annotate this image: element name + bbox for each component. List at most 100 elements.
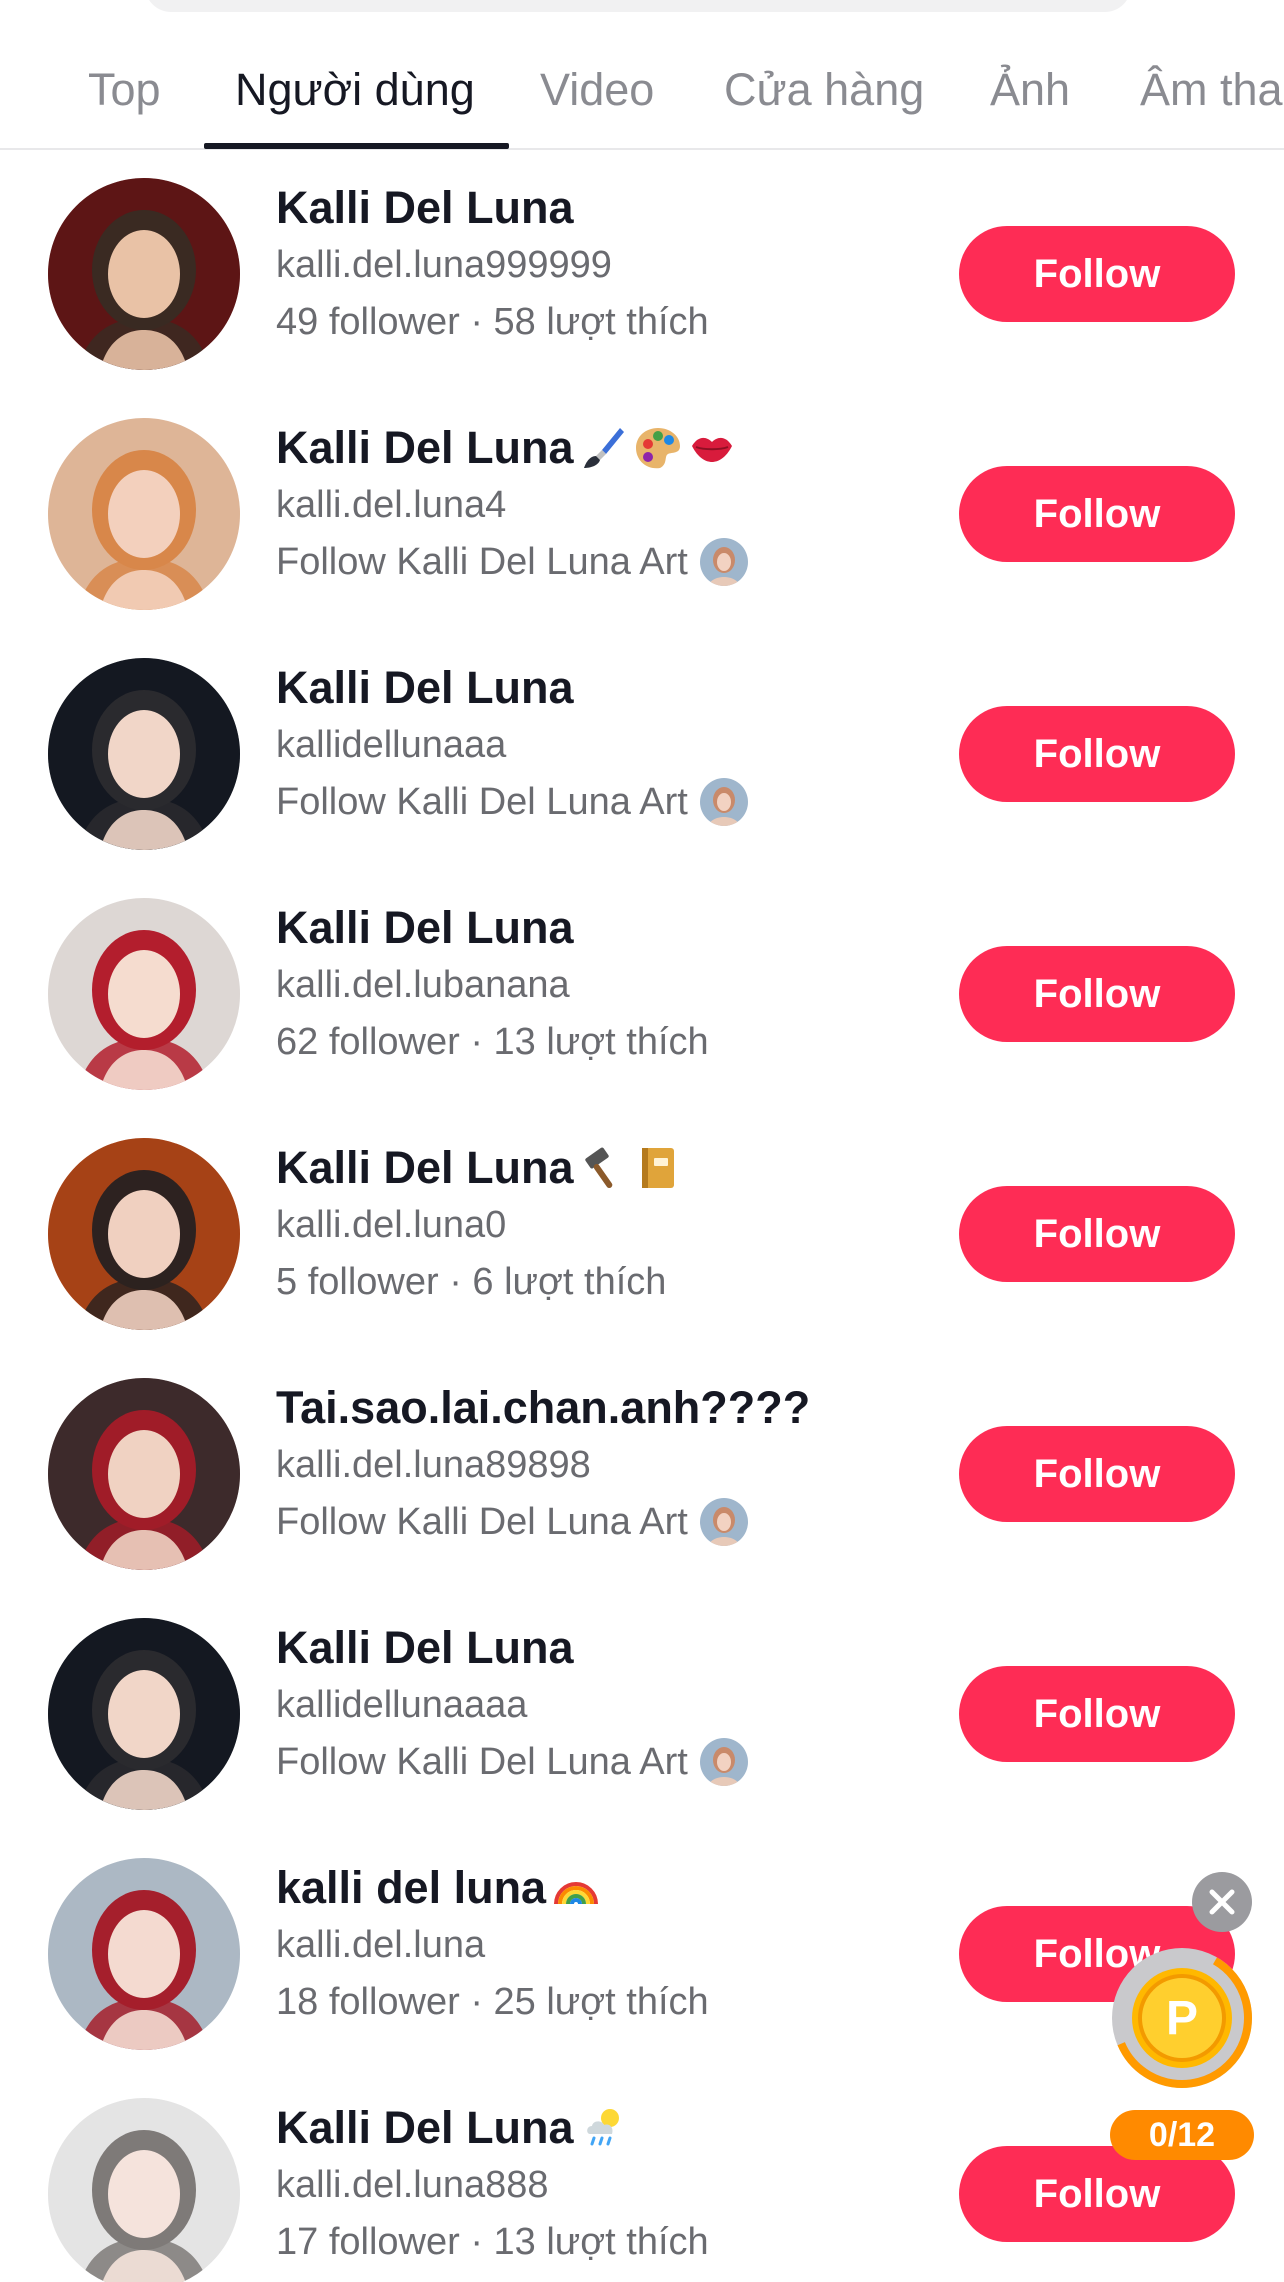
kiss-icon (688, 424, 736, 472)
active-tab-indicator (204, 143, 509, 149)
user-display-name-text: Kalli Del Luna (276, 902, 574, 953)
user-meta-text: Follow Kalli Del Luna Art (276, 541, 688, 583)
user-handle: kalli.del.luna0 (276, 1204, 507, 1246)
user-display-name: kalli del luna (276, 1858, 916, 1918)
user-avatar[interactable] (48, 2098, 240, 2282)
user-meta: Follow Kalli Del Luna Art (276, 536, 916, 588)
follow-button[interactable]: Follow (959, 706, 1235, 802)
follow-button[interactable]: Follow (959, 226, 1235, 322)
user-meta-text: Follow Kalli Del Luna Art (276, 1501, 688, 1543)
search-results-page: Top Người dùng Video Cửa hàng Ảnh Âm tha… (0, 0, 1284, 2282)
user-meta-text: 18 follower · 25 lượt thích (276, 1981, 709, 2023)
reward-coin-letter: P (1166, 1992, 1198, 2045)
user-info: Kalli Del Luna kalli.del.lubanana 62 follo… (276, 898, 916, 1068)
close-icon[interactable] (1192, 1872, 1252, 1932)
user-row[interactable]: Kalli Del Luna kalli.del.lubanana 62 follo… (0, 898, 1284, 1138)
user-info: kalli del luna kalli.del.luna 18 follower … (276, 1858, 916, 2028)
user-meta: 18 follower · 25 lượt thích (276, 1976, 916, 2028)
user-avatar[interactable] (48, 898, 240, 1090)
user-display-name: Kalli Del Luna (276, 1138, 916, 1198)
user-info: Kalli Del Luna kalli.del.luna0 5 follower … (276, 1138, 916, 1308)
user-display-name: Kalli Del Luna (276, 2098, 916, 2158)
palette-icon (634, 424, 682, 472)
user-info: Tai.sao.lai.chan.anh???? kalli.del.luna89… (276, 1378, 916, 1548)
user-meta-text: Follow Kalli Del Luna Art (276, 1741, 688, 1783)
user-meta: 17 follower · 13 lượt thích (276, 2216, 916, 2268)
user-row[interactable]: kalli del luna kalli.del.luna 18 follower … (0, 1858, 1284, 2098)
user-display-name-text: kalli del luna (276, 1862, 547, 1913)
follow-button[interactable]: Follow (959, 466, 1235, 562)
user-display-name-text: Kalli Del Luna (276, 662, 574, 713)
tab-users[interactable]: Người dùng (235, 62, 475, 118)
user-row[interactable]: Kalli Del Luna kallidellunaaa Follow Kalli… (0, 658, 1284, 898)
user-handle: kallidellunaaaa (276, 1684, 528, 1726)
user-avatar[interactable] (48, 178, 240, 370)
user-display-name-text: Kalli Del Luna (276, 2102, 574, 2153)
user-display-name: Kalli Del Luna (276, 898, 916, 958)
user-meta-text: 49 follower · 58 lượt thích (276, 301, 709, 343)
user-display-name: Kalli Del Luna (276, 178, 916, 238)
mutual-follower-avatar (699, 538, 748, 586)
user-meta: Follow Kalli Del Luna Art (276, 1496, 916, 1548)
follow-button[interactable]: Follow (959, 946, 1235, 1042)
user-display-name-text: Kalli Del Luna (276, 182, 574, 233)
user-meta: Follow Kalli Del Luna Art (276, 776, 916, 828)
follow-button[interactable]: Follow (959, 1426, 1235, 1522)
user-info: Kalli Del Luna kalli.del.luna999999 49 fol… (276, 178, 916, 348)
user-handle: kalli.del.luna4 (276, 484, 507, 526)
user-handle: kalli.del.luna999999 (276, 244, 612, 286)
user-display-name: Kalli Del Luna (276, 658, 916, 718)
user-display-name: Kalli Del Luna (276, 1618, 916, 1678)
user-meta-text: 62 follower · 13 lượt thích (276, 1021, 709, 1063)
user-display-name: Tai.sao.lai.chan.anh???? (276, 1378, 916, 1438)
rainbow-icon (552, 1864, 600, 1912)
user-row[interactable]: Kalli Del Luna kalli.del.luna999999 49 fol… (0, 178, 1284, 418)
user-handle: kalli.del.luna89898 (276, 1444, 591, 1486)
user-info: Kalli Del Luna kallidellunaaa Follow Kalli… (276, 658, 916, 828)
user-display-name: Kalli Del Luna (276, 418, 916, 478)
user-avatar[interactable] (48, 1378, 240, 1570)
user-avatar[interactable] (48, 418, 240, 610)
user-handle: kalli.del.luna (276, 1924, 486, 1966)
user-display-name-text: Kalli Del Luna (276, 422, 574, 473)
user-avatar[interactable] (48, 1138, 240, 1330)
user-handle: kallidellunaaa (276, 724, 507, 766)
tab-photos[interactable]: Ảnh (990, 62, 1070, 118)
user-avatar[interactable] (48, 1858, 240, 2050)
user-meta: 62 follower · 13 lượt thích (276, 1016, 916, 1068)
user-info: Kalli Del Luna kallidellunaaaa Follow Kall… (276, 1618, 916, 1788)
user-meta-text: 5 follower · 6 lượt thích (276, 1261, 667, 1303)
follow-button[interactable]: Follow (959, 1666, 1235, 1762)
notebook-icon (634, 1144, 682, 1192)
user-avatar[interactable] (48, 1618, 240, 1810)
user-meta: 49 follower · 58 lượt thích (276, 296, 916, 348)
tab-video[interactable]: Video (540, 62, 654, 118)
user-meta: 5 follower · 6 lượt thích (276, 1256, 916, 1308)
user-handle: kalli.del.luna888 (276, 2164, 549, 2206)
user-avatar[interactable] (48, 658, 240, 850)
sun-rain-cloud-icon (580, 2104, 628, 2152)
user-row[interactable]: Tai.sao.lai.chan.anh???? kalli.del.luna89… (0, 1378, 1284, 1618)
user-info: Kalli Del Luna kalli.del.luna4 Follow Kall… (276, 418, 916, 588)
user-meta: Follow Kalli Del Luna Art (276, 1736, 916, 1788)
hammer-icon (580, 1144, 628, 1192)
user-meta-text: 17 follower · 13 lượt thích (276, 2221, 709, 2263)
mutual-follower-avatar (699, 1498, 748, 1546)
reward-coin-widget[interactable]: P (1108, 1944, 1256, 2092)
user-row[interactable]: Kalli Del Luna kalli.del.luna0 5 follower … (0, 1138, 1284, 1378)
user-handle: kalli.del.lubanana (276, 964, 570, 1006)
follow-button[interactable]: Follow (959, 2146, 1235, 2242)
user-row[interactable]: Kalli Del Luna kalli.del.luna4 Follow Kall… (0, 418, 1284, 658)
tab-top[interactable]: Top (88, 62, 161, 118)
user-meta-text: Follow Kalli Del Luna Art (276, 781, 688, 823)
user-info: Kalli Del Luna kalli.del.luna888 17 follow… (276, 2098, 916, 2268)
user-row[interactable]: Kalli Del Luna kalli.del.luna888 17 follow… (0, 2098, 1284, 2282)
user-display-name-text: Kalli Del Luna (276, 1142, 574, 1193)
tab-shop[interactable]: Cửa hàng (724, 62, 924, 118)
user-display-name-text: Kalli Del Luna (276, 1622, 574, 1673)
follow-button[interactable]: Follow (959, 1186, 1235, 1282)
tab-sounds[interactable]: Âm tha (1140, 62, 1283, 118)
mutual-follower-avatar (699, 1738, 748, 1786)
result-tabs: Top Người dùng Video Cửa hàng Ảnh Âm tha (0, 0, 1284, 150)
user-row[interactable]: Kalli Del Luna kallidellunaaaa Follow Kall… (0, 1618, 1284, 1858)
